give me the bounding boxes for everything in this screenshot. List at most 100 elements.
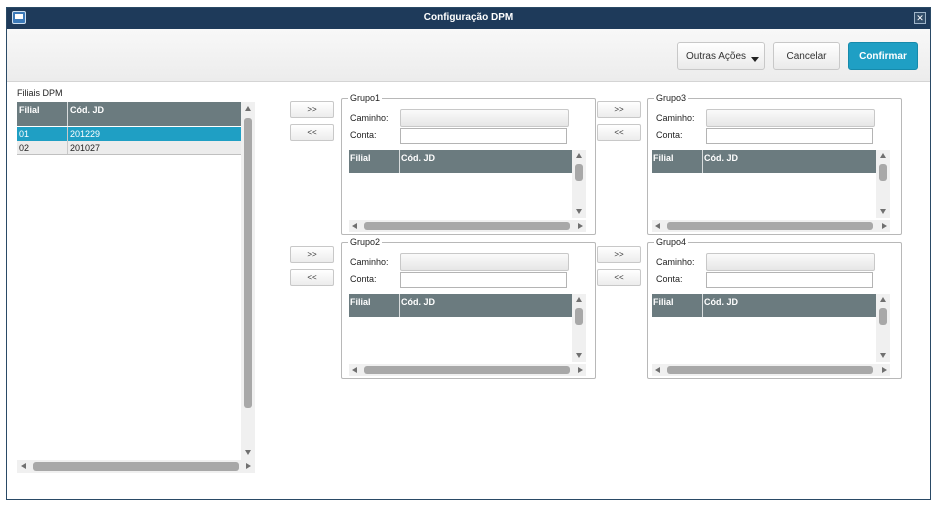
group-grupo4: Grupo4 Caminho: Conta: Filial Cód. JD [647, 237, 902, 379]
caminho-select[interactable] [400, 109, 569, 127]
add-to-grupo3-button[interactable]: >> [597, 101, 641, 118]
scroll-down-icon[interactable] [576, 353, 582, 358]
group-vertical-scrollbar[interactable] [572, 150, 586, 218]
group-vertical-scrollbar[interactable] [572, 294, 586, 362]
group-title: Grupo4 [654, 237, 689, 247]
add-to-grupo2-button[interactable]: >> [290, 246, 334, 263]
conta-input[interactable] [400, 128, 567, 144]
group-horizontal-scrollbar[interactable] [349, 220, 586, 232]
row-filial: 02 [19, 143, 30, 153]
scroll-left-icon[interactable] [655, 367, 660, 373]
scroll-down-icon[interactable] [245, 450, 251, 455]
scroll-thumb[interactable] [575, 164, 583, 181]
conta-label: Conta: [656, 274, 683, 284]
filiais-grid-header: Filial Cód. JD [17, 102, 241, 126]
scroll-thumb[interactable] [879, 308, 887, 325]
caminho-label: Caminho: [350, 257, 389, 267]
column-header-filial[interactable]: Filial [653, 297, 674, 307]
group-grid-header: Filial Cód. JD [349, 294, 572, 317]
add-to-grupo1-button[interactable]: >> [290, 101, 334, 118]
caminho-select[interactable] [706, 109, 875, 127]
table-row[interactable]: 01 201229 [17, 127, 241, 141]
toolbar: Outras Ações Cancelar Confirmar [7, 29, 930, 82]
group-grid-header: Filial Cód. JD [349, 150, 572, 173]
scroll-thumb[interactable] [575, 308, 583, 325]
scroll-thumb[interactable] [33, 462, 239, 471]
caminho-label: Caminho: [656, 257, 695, 267]
column-header-filial[interactable]: Filial [350, 297, 371, 307]
scroll-thumb[interactable] [667, 222, 873, 230]
column-header-filial[interactable]: Filial [19, 105, 40, 115]
column-header-cod-jd[interactable]: Cód. JD [704, 153, 738, 163]
filiais-label: Filiais DPM [17, 88, 63, 98]
scroll-down-icon[interactable] [880, 353, 886, 358]
scroll-right-icon[interactable] [882, 367, 887, 373]
table-row[interactable]: 02 201027 [17, 141, 241, 155]
group-grid-header: Filial Cód. JD [652, 294, 876, 317]
group-horizontal-scrollbar[interactable] [349, 364, 586, 376]
group-grid-header: Filial Cód. JD [652, 150, 876, 173]
chevron-down-icon [751, 57, 759, 62]
remove-from-grupo4-button[interactable]: << [597, 269, 641, 286]
group-grupo1: Grupo1 Caminho: Conta: Filial Cód. JD [341, 93, 596, 235]
group-title: Grupo2 [348, 237, 383, 247]
remove-from-grupo2-button[interactable]: << [290, 269, 334, 286]
column-header-filial[interactable]: Filial [653, 153, 674, 163]
caminho-select[interactable] [706, 253, 875, 271]
column-header-cod-jd[interactable]: Cód. JD [401, 297, 435, 307]
scroll-up-icon[interactable] [576, 153, 582, 158]
cancel-button[interactable]: Cancelar [773, 42, 840, 70]
scroll-up-icon[interactable] [245, 106, 251, 111]
scroll-left-icon[interactable] [21, 463, 26, 469]
remove-from-grupo3-button[interactable]: << [597, 124, 641, 141]
conta-input[interactable] [706, 128, 873, 144]
close-icon[interactable]: ✕ [914, 12, 926, 24]
column-header-filial[interactable]: Filial [350, 153, 371, 163]
scroll-left-icon[interactable] [352, 223, 357, 229]
other-actions-button[interactable]: Outras Ações [677, 42, 765, 70]
scroll-down-icon[interactable] [880, 209, 886, 214]
scroll-down-icon[interactable] [576, 209, 582, 214]
add-to-grupo4-button[interactable]: >> [597, 246, 641, 263]
scroll-thumb[interactable] [667, 366, 873, 374]
scroll-up-icon[interactable] [880, 153, 886, 158]
scroll-left-icon[interactable] [655, 223, 660, 229]
remove-from-grupo1-button[interactable]: << [290, 124, 334, 141]
conta-input[interactable] [706, 272, 873, 288]
scroll-left-icon[interactable] [352, 367, 357, 373]
scroll-right-icon[interactable] [578, 223, 583, 229]
caminho-select[interactable] [400, 253, 569, 271]
column-header-cod-jd[interactable]: Cód. JD [704, 297, 738, 307]
column-header-cod-jd[interactable]: Cód. JD [70, 105, 104, 115]
window-title: Configuração DPM [423, 12, 514, 23]
conta-label: Conta: [656, 130, 683, 140]
column-header-cod-jd[interactable]: Cód. JD [401, 153, 435, 163]
group-vertical-scrollbar[interactable] [876, 150, 890, 218]
scroll-right-icon[interactable] [578, 367, 583, 373]
group-vertical-scrollbar[interactable] [876, 294, 890, 362]
group-horizontal-scrollbar[interactable] [652, 364, 890, 376]
scroll-right-icon[interactable] [882, 223, 887, 229]
title-bar: Configuração DPM ✕ [7, 8, 930, 29]
scroll-right-icon[interactable] [246, 463, 251, 469]
group-grupo3: Grupo3 Caminho: Conta: Filial Cód. JD [647, 93, 902, 235]
scroll-up-icon[interactable] [576, 297, 582, 302]
scroll-thumb[interactable] [364, 222, 570, 230]
caminho-label: Caminho: [656, 113, 695, 123]
filiais-horizontal-scrollbar[interactable] [17, 460, 255, 473]
confirm-button[interactable]: Confirmar [848, 42, 918, 70]
conta-input[interactable] [400, 272, 567, 288]
group-title: Grupo3 [654, 93, 689, 103]
group-horizontal-scrollbar[interactable] [652, 220, 890, 232]
caminho-label: Caminho: [350, 113, 389, 123]
scroll-thumb[interactable] [879, 164, 887, 181]
scroll-thumb[interactable] [364, 366, 570, 374]
group-grupo2: Grupo2 Caminho: Conta: Filial Cód. JD [341, 237, 596, 379]
filiais-vertical-scrollbar[interactable] [241, 102, 255, 460]
dialog-window: Configuração DPM ✕ Outras Ações Cancelar… [6, 7, 931, 500]
scroll-up-icon[interactable] [880, 297, 886, 302]
group-title: Grupo1 [348, 93, 383, 103]
scroll-thumb[interactable] [244, 118, 252, 408]
row-filial: 01 [19, 129, 30, 139]
conta-label: Conta: [350, 274, 377, 284]
